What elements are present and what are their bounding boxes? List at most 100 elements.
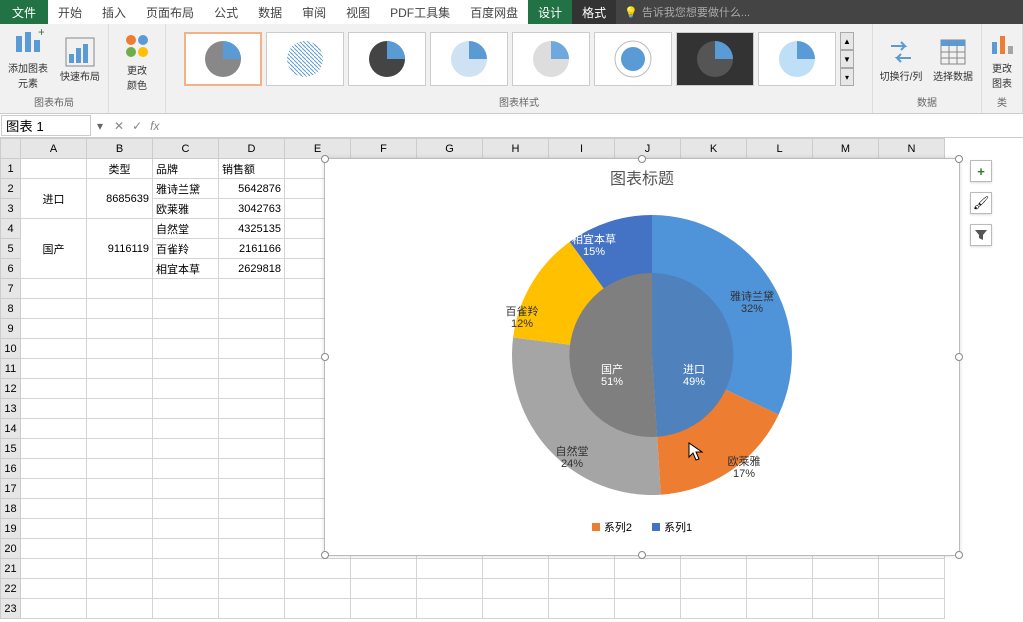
row-header[interactable]: 20 bbox=[1, 539, 21, 559]
cell[interactable]: 类型 bbox=[87, 159, 153, 179]
cell[interactable]: 2161166 bbox=[219, 239, 285, 259]
cell[interactable]: 4325135 bbox=[219, 219, 285, 239]
row-header[interactable]: 11 bbox=[1, 359, 21, 379]
cell[interactable] bbox=[87, 379, 153, 399]
row-header[interactable]: 17 bbox=[1, 479, 21, 499]
col-header-D[interactable]: D bbox=[219, 139, 285, 159]
col-header-A[interactable]: A bbox=[21, 139, 87, 159]
cell[interactable] bbox=[87, 519, 153, 539]
col-header-C[interactable]: C bbox=[153, 139, 219, 159]
tab-home[interactable]: 开始 bbox=[48, 0, 92, 24]
chart-style-4[interactable] bbox=[430, 32, 508, 86]
chart-title[interactable]: 图表标题 bbox=[325, 159, 959, 195]
cell[interactable] bbox=[21, 339, 87, 359]
tab-baidu[interactable]: 百度网盘 bbox=[460, 0, 528, 24]
cell[interactable] bbox=[681, 599, 747, 619]
switch-row-col-button[interactable]: 切换行/列 bbox=[877, 26, 925, 92]
cell[interactable] bbox=[87, 559, 153, 579]
row-header[interactable]: 1 bbox=[1, 159, 21, 179]
cell[interactable] bbox=[87, 499, 153, 519]
row-header[interactable]: 15 bbox=[1, 439, 21, 459]
cell[interactable] bbox=[87, 319, 153, 339]
cell[interactable] bbox=[87, 459, 153, 479]
select-data-button[interactable]: 选择数据 bbox=[929, 26, 977, 92]
cell[interactable]: 百雀羚 bbox=[153, 239, 219, 259]
cell[interactable] bbox=[153, 279, 219, 299]
styles-scroll-up[interactable]: ▲ bbox=[840, 32, 854, 50]
cell[interactable]: 相宜本草 bbox=[153, 259, 219, 279]
chart-elements-button[interactable]: + bbox=[970, 160, 992, 182]
cell[interactable] bbox=[417, 559, 483, 579]
cell[interactable] bbox=[681, 579, 747, 599]
tab-pdf[interactable]: PDF工具集 bbox=[380, 0, 460, 24]
cell[interactable] bbox=[813, 599, 879, 619]
cell[interactable] bbox=[747, 599, 813, 619]
cell[interactable] bbox=[153, 559, 219, 579]
tab-view[interactable]: 视图 bbox=[336, 0, 380, 24]
cell[interactable] bbox=[219, 499, 285, 519]
chart-style-8[interactable] bbox=[758, 32, 836, 86]
cell[interactable] bbox=[219, 539, 285, 559]
cell[interactable] bbox=[153, 339, 219, 359]
cell[interactable] bbox=[219, 399, 285, 419]
cell[interactable] bbox=[219, 559, 285, 579]
tellme-search[interactable]: 💡告诉我您想要做什么... bbox=[616, 0, 1023, 24]
chart-style-3[interactable] bbox=[348, 32, 426, 86]
cell[interactable] bbox=[21, 599, 87, 619]
cell[interactable] bbox=[153, 319, 219, 339]
cell[interactable] bbox=[153, 399, 219, 419]
cell[interactable] bbox=[21, 299, 87, 319]
chart-styles-button[interactable]: 🖌 bbox=[970, 192, 992, 214]
cell[interactable] bbox=[21, 419, 87, 439]
cell[interactable] bbox=[219, 359, 285, 379]
enter-icon[interactable]: ✓ bbox=[132, 119, 142, 133]
cell[interactable]: 欧莱雅 bbox=[153, 199, 219, 219]
cell[interactable]: 品牌 bbox=[153, 159, 219, 179]
cell[interactable] bbox=[219, 459, 285, 479]
cell[interactable] bbox=[483, 599, 549, 619]
cell[interactable] bbox=[219, 379, 285, 399]
chart-filters-button[interactable] bbox=[970, 224, 992, 246]
cell[interactable] bbox=[153, 599, 219, 619]
tab-review[interactable]: 审阅 bbox=[292, 0, 336, 24]
cancel-icon[interactable]: ✕ bbox=[114, 119, 124, 133]
cell[interactable] bbox=[219, 339, 285, 359]
cell[interactable] bbox=[21, 479, 87, 499]
row-header[interactable]: 13 bbox=[1, 399, 21, 419]
cell[interactable] bbox=[351, 559, 417, 579]
cell[interactable] bbox=[219, 579, 285, 599]
cell[interactable] bbox=[879, 559, 945, 579]
row-header[interactable]: 18 bbox=[1, 499, 21, 519]
chart-legend[interactable]: 系列2 系列1 bbox=[325, 515, 959, 539]
cell[interactable]: 3042763 bbox=[219, 199, 285, 219]
col-header-K[interactable]: K bbox=[681, 139, 747, 159]
chart-style-2[interactable] bbox=[266, 32, 344, 86]
cell[interactable]: 8685639 bbox=[87, 179, 153, 219]
cell[interactable] bbox=[681, 559, 747, 579]
cell[interactable] bbox=[21, 579, 87, 599]
change-chart-type-button[interactable]: 更改 图表 bbox=[986, 26, 1018, 92]
tab-insert[interactable]: 插入 bbox=[92, 0, 136, 24]
styles-scroll-down[interactable]: ▼ bbox=[840, 50, 854, 68]
row-header[interactable]: 4 bbox=[1, 219, 21, 239]
tab-file[interactable]: 文件 bbox=[0, 0, 48, 24]
cell[interactable] bbox=[21, 459, 87, 479]
tab-data[interactable]: 数据 bbox=[248, 0, 292, 24]
cell[interactable] bbox=[219, 279, 285, 299]
row-header[interactable]: 7 bbox=[1, 279, 21, 299]
cell[interactable] bbox=[87, 439, 153, 459]
styles-more[interactable]: ▾ bbox=[840, 68, 854, 86]
col-header-H[interactable]: H bbox=[483, 139, 549, 159]
cell[interactable] bbox=[21, 159, 87, 179]
cell[interactable] bbox=[87, 359, 153, 379]
row-header[interactable]: 2 bbox=[1, 179, 21, 199]
chart-style-7[interactable] bbox=[676, 32, 754, 86]
cell[interactable] bbox=[879, 579, 945, 599]
cell[interactable] bbox=[219, 319, 285, 339]
chart-style-6[interactable] bbox=[594, 32, 672, 86]
cell[interactable]: 销售额 bbox=[219, 159, 285, 179]
cell[interactable] bbox=[87, 479, 153, 499]
cell[interactable] bbox=[417, 579, 483, 599]
cell[interactable]: 5642876 bbox=[219, 179, 285, 199]
cell[interactable] bbox=[21, 379, 87, 399]
